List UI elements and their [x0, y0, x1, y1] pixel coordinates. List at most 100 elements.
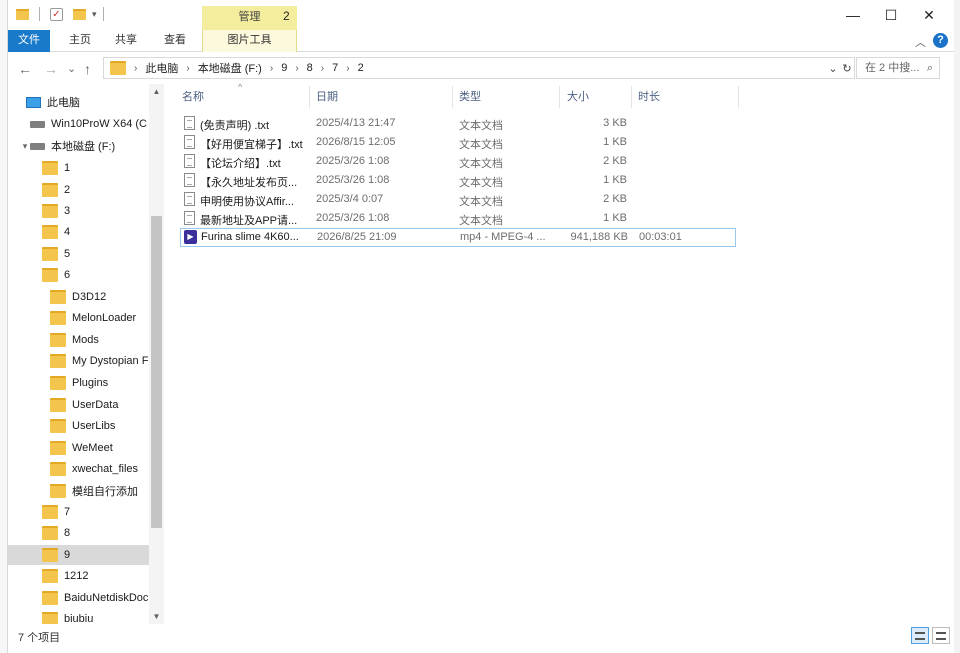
- help-icon[interactable]: ?: [933, 33, 948, 48]
- sidebar-item[interactable]: Mods: [8, 330, 158, 350]
- tab-home[interactable]: 主页: [60, 30, 100, 52]
- sidebar-item[interactable]: 4: [8, 222, 158, 242]
- column-header-name[interactable]: 名称: [182, 88, 204, 104]
- sidebar-item[interactable]: 5: [8, 244, 158, 264]
- up-arrow-icon[interactable]: ↑: [84, 59, 91, 79]
- file-row[interactable]: 【好用便宜梯子】.txt 2026/8/15 12:05 文本文档 1 KB: [180, 134, 736, 153]
- column-header-duration[interactable]: 时长: [638, 88, 660, 104]
- sidebar-item[interactable]: 此电脑: [8, 92, 158, 112]
- recent-locations-icon[interactable]: ⌄: [67, 59, 76, 79]
- file-row[interactable]: 最新地址及APP请... 2025/3/26 1:08 文本文档 1 KB: [180, 210, 736, 229]
- sidebar-item[interactable]: MelonLoader: [8, 308, 158, 328]
- folder-icon: [42, 225, 58, 239]
- folder-icon: [42, 526, 58, 540]
- address-bar[interactable]: › 此电脑 › 本地磁盘 (F:) › 9 › 8 › 7 › 2 ⌄ ↻: [103, 57, 855, 79]
- scroll-down-icon[interactable]: ▼: [149, 612, 164, 621]
- sidebar-item[interactable]: 2: [8, 180, 158, 200]
- file-row[interactable]: ▶ Furina slime 4K60... 2026/8/25 21:09 mp4 …: [180, 228, 736, 247]
- sidebar-item[interactable]: Win10ProW X64 (C: [8, 114, 158, 134]
- tab-file[interactable]: 文件: [8, 30, 50, 52]
- file-row[interactable]: 申明使用协议Affir... 2025/3/4 0:07 文本文档 2 KB: [180, 191, 736, 210]
- search-placeholder: 在 2 中搜...: [865, 62, 920, 74]
- column-divider[interactable]: [452, 86, 453, 108]
- file-row[interactable]: (免责声明) .txt 2025/4/13 21:47 文本文档 3 KB: [180, 115, 736, 134]
- sidebar-item[interactable]: xwechat_files: [8, 459, 158, 479]
- customize-qa-icon[interactable]: ▾: [92, 9, 97, 20]
- chevron-right-icon[interactable]: ›: [295, 63, 298, 74]
- breadcrumb-9[interactable]: 9: [281, 62, 287, 74]
- search-icon[interactable]: ⌕: [927, 58, 933, 78]
- scrollbar-thumb[interactable]: [151, 216, 162, 528]
- sidebar-item[interactable]: 3: [8, 201, 158, 221]
- sidebar-item[interactable]: 模组自行添加: [8, 481, 158, 501]
- navigation-pane-scrollbar[interactable]: ▲ ▼: [149, 84, 164, 624]
- chevron-right-icon[interactable]: ›: [186, 63, 189, 74]
- sidebar-item[interactable]: ▾ 本地磁盘 (F:): [8, 136, 158, 156]
- sidebar-item[interactable]: BaiduNetdiskDoc: [8, 588, 158, 608]
- address-dropdown-icon[interactable]: ⌄: [826, 62, 840, 75]
- sidebar-item[interactable]: D3D12: [8, 287, 158, 307]
- chevron-right-icon[interactable]: ›: [321, 63, 324, 74]
- tab-share[interactable]: 共享: [106, 30, 146, 52]
- sidebar-item[interactable]: Plugins: [8, 373, 158, 393]
- sidebar-item-label: 7: [64, 506, 71, 518]
- sidebar-item[interactable]: 9: [8, 545, 158, 565]
- file-type: 文本文档: [459, 196, 503, 208]
- close-button[interactable]: ✕: [908, 4, 950, 26]
- sidebar-item[interactable]: WeMeet: [8, 438, 158, 458]
- search-input[interactable]: 在 2 中搜... ⌕: [856, 57, 940, 79]
- file-row[interactable]: 【永久地址发布页... 2025/3/26 1:08 文本文档 1 KB: [180, 172, 736, 191]
- breadcrumb-drive-f[interactable]: 本地磁盘 (F:): [198, 60, 262, 76]
- details-view-button[interactable]: [911, 627, 929, 644]
- chevron-right-icon[interactable]: ›: [270, 63, 273, 74]
- folder-icon[interactable]: [16, 8, 29, 20]
- chevron-right-icon[interactable]: ›: [346, 63, 349, 74]
- refresh-icon[interactable]: ↻: [840, 62, 854, 75]
- sidebar-item-label: 此电脑: [47, 97, 80, 109]
- column-header-size[interactable]: 大小: [567, 88, 589, 104]
- sidebar-item[interactable]: UserData: [8, 395, 158, 415]
- breadcrumb-this-pc[interactable]: 此电脑: [145, 60, 178, 76]
- sidebar-item[interactable]: UserLibs: [8, 416, 158, 436]
- sidebar-item-label: MelonLoader: [72, 312, 137, 324]
- column-divider[interactable]: [631, 86, 632, 108]
- large-icons-view-button[interactable]: [932, 627, 950, 644]
- file-duration: 00:03:01: [639, 231, 682, 243]
- file-row[interactable]: 【论坛介绍】.txt 2025/3/26 1:08 文本文档 2 KB: [180, 153, 736, 172]
- back-arrow-icon[interactable]: ←: [18, 59, 32, 79]
- file-size: 1 KB: [603, 212, 627, 224]
- properties-icon[interactable]: ✓: [50, 7, 63, 21]
- file-size: 1 KB: [603, 136, 627, 148]
- collapse-ribbon-icon[interactable]: ︿: [915, 34, 926, 50]
- breadcrumb-2[interactable]: 2: [358, 62, 364, 74]
- sidebar-item[interactable]: 1212: [8, 566, 158, 586]
- background-right-edge: [954, 0, 960, 653]
- folder-icon: [42, 161, 58, 175]
- column-header-type[interactable]: 类型: [459, 88, 481, 104]
- file-list: 名称 ^ 日期 类型 大小 时长 (免责声明) .txt 2025/4/13 21…: [178, 82, 954, 624]
- text-file-icon: [184, 116, 195, 130]
- file-date: 2025/3/26 1:08: [316, 155, 390, 167]
- sidebar-item[interactable]: 8: [8, 523, 158, 543]
- column-divider[interactable]: [738, 86, 739, 108]
- sidebar-item[interactable]: 1: [8, 158, 158, 178]
- breadcrumb-7[interactable]: 7: [332, 62, 338, 74]
- column-header-date[interactable]: 日期: [316, 88, 338, 104]
- column-divider[interactable]: [559, 86, 560, 108]
- sidebar-item[interactable]: My Dystopian F: [8, 351, 158, 371]
- column-divider[interactable]: [309, 86, 310, 108]
- new-folder-icon[interactable]: [73, 8, 86, 20]
- sidebar-item[interactable]: biubiu: [8, 609, 158, 624]
- minimize-button[interactable]: —: [832, 4, 874, 26]
- breadcrumb-8[interactable]: 8: [307, 62, 313, 74]
- sidebar-item[interactable]: 6: [8, 265, 158, 285]
- chevron-down-icon[interactable]: ▾: [20, 141, 30, 152]
- file-type: 文本文档: [459, 120, 503, 132]
- forward-arrow-icon[interactable]: →: [44, 59, 58, 79]
- tab-view[interactable]: 查看: [155, 30, 195, 52]
- sidebar-item[interactable]: 7: [8, 502, 158, 522]
- maximize-button[interactable]: ☐: [870, 4, 912, 26]
- scroll-up-icon[interactable]: ▲: [149, 87, 164, 96]
- tab-picture-tools[interactable]: 图片工具: [202, 30, 297, 52]
- chevron-right-icon[interactable]: ›: [134, 63, 137, 74]
